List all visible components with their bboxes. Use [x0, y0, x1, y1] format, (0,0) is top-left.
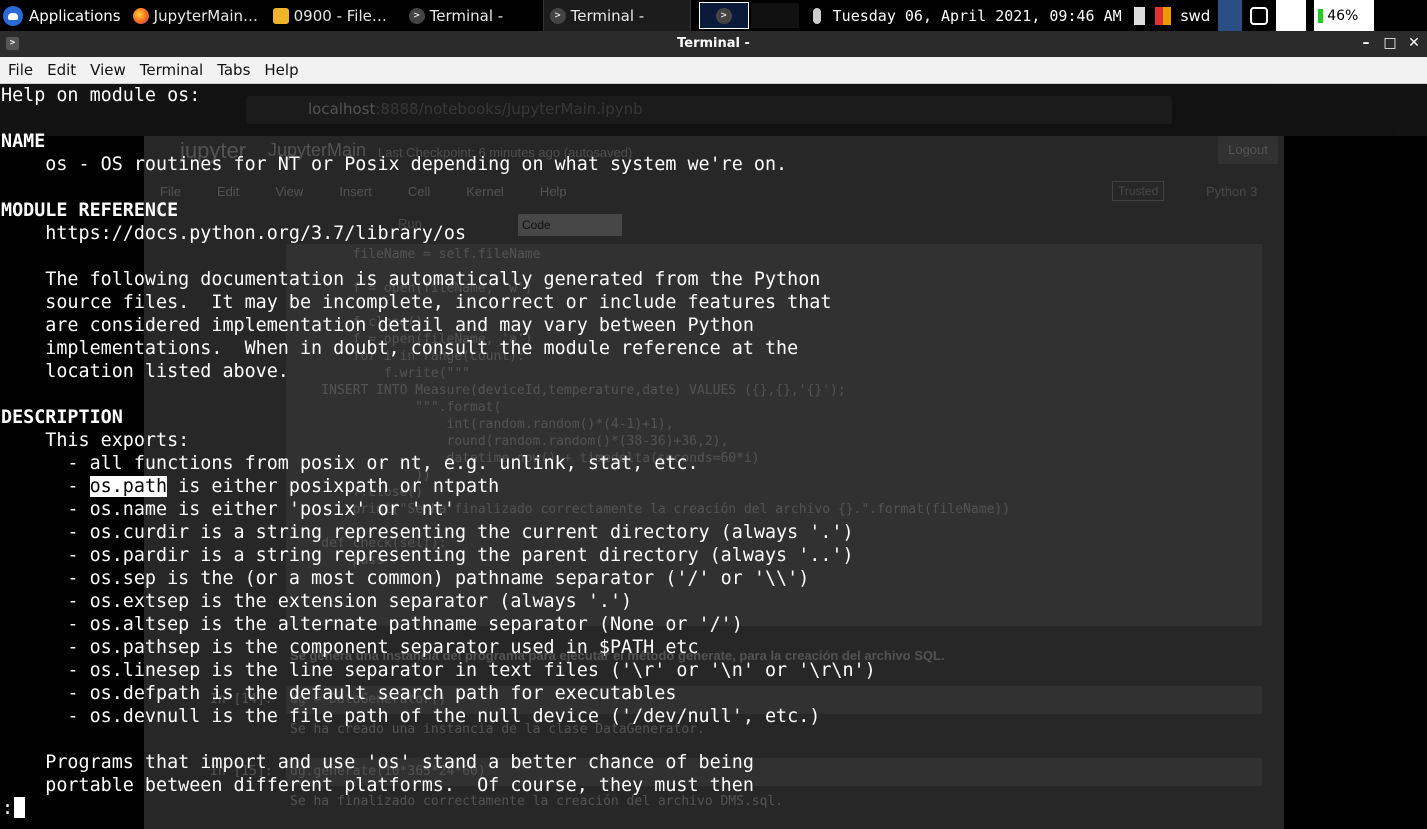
menu-edit[interactable]: Edit	[47, 61, 76, 79]
man-page-line: This exports:	[1, 430, 190, 451]
man-page-line: are considered implementation detail and…	[1, 315, 754, 336]
man-page-line: - os.defpath is the default search path …	[1, 683, 677, 704]
man-page-line: - os.sep is the (or a most common) pathn…	[1, 568, 810, 589]
man-page-line	[1, 245, 876, 268]
book-icon[interactable]	[1276, 0, 1307, 31]
window-icon[interactable]	[1250, 6, 1269, 25]
man-page-line: Programs that import and use 'os' stand …	[1, 752, 754, 773]
man-page-line: https://docs.python.org/3.7/library/os	[1, 223, 467, 244]
man-page-line	[1, 176, 876, 199]
search-highlight: os.path	[89, 476, 168, 497]
clipboard-icon[interactable]	[1133, 6, 1145, 25]
pager-prompt-char: :	[2, 798, 14, 819]
logout-button: Logout	[1218, 136, 1278, 164]
folder-icon	[272, 7, 289, 24]
menu-terminal[interactable]: Terminal	[140, 61, 203, 79]
man-section-heading: MODULE REFERENCE	[1, 200, 179, 221]
taskbar-item-label: JupyterMain…	[153, 6, 259, 25]
minimize-button[interactable]: –	[1357, 34, 1375, 52]
man-page-line	[1, 383, 876, 406]
battery-percent: 46%	[1327, 7, 1359, 24]
applications-label: Applications	[29, 6, 121, 25]
taskbar-item-label: Terminal -	[429, 6, 504, 25]
man-page-line: source files. It may be incomplete, inco…	[1, 292, 832, 313]
microphone-icon[interactable]	[812, 7, 821, 24]
man-page-line: location listed above.	[1, 361, 289, 382]
man-page-line: portable between different platforms. Of…	[1, 775, 754, 796]
man-page-line	[1, 107, 876, 130]
window-title: Terminal -	[677, 36, 750, 51]
man-page-line: The following documentation is automatic…	[1, 269, 821, 290]
trusted-badge: Trusted	[1112, 181, 1165, 201]
firefox-icon	[132, 7, 149, 24]
man-page-line: - os.altsep is the alternate pathname se…	[1, 614, 743, 635]
menu-file[interactable]: File	[8, 61, 33, 79]
man-page-line: - os.name is either 'posix' or 'nt'	[1, 499, 455, 520]
battery-indicator[interactable]: 46%	[1314, 0, 1375, 31]
man-page-line: - os.curdir is a string representing the…	[1, 522, 854, 543]
workspace-2[interactable]	[750, 3, 799, 28]
xfce-logo-icon	[3, 5, 23, 26]
clock[interactable]: Tuesday 06, April 2021, 09:46 AM	[833, 7, 1122, 25]
terminal-area[interactable]: localhost:8888/notebooks/JupyterMain.ipy…	[0, 84, 1427, 829]
man-page-text: Help on module os: NAME os - OS routines …	[1, 84, 876, 797]
menu-help[interactable]: Help	[264, 61, 298, 79]
menu-view[interactable]: View	[90, 61, 126, 79]
close-button[interactable]: ✕	[1405, 34, 1423, 52]
terminal-icon: >	[549, 7, 566, 24]
man-page-line: implementations. When in doubt, consult …	[1, 338, 799, 359]
menubar: File Edit View Terminal Tabs Help	[0, 57, 1427, 84]
taskbar-item-label: Terminal -	[570, 6, 645, 25]
user-name[interactable]: swd	[1181, 7, 1211, 25]
man-page-line: - os.linesep is the line separator in te…	[1, 660, 876, 681]
man-page-line: - os.pardir is a string representing the…	[1, 545, 854, 566]
man-page-line: - os.path is either posixpath or ntpath	[1, 476, 500, 497]
maximize-button[interactable]: □	[1381, 34, 1399, 52]
settings-icon[interactable]	[1218, 0, 1243, 31]
applications-menu[interactable]: Applications	[0, 0, 127, 31]
taskbar-item-label: 0900 - File…	[293, 6, 387, 25]
taskbar-item-terminal-1[interactable]: > Terminal -	[403, 0, 543, 31]
top-panel: Applications JupyterMain… 0900 - File… >…	[0, 0, 1427, 31]
pager-prompt[interactable]: :	[2, 797, 26, 820]
man-page-line: - os.pathsep is the component separator …	[1, 637, 699, 658]
taskbar-item-file-manager[interactable]: 0900 - File…	[267, 0, 403, 31]
man-page-line: - all functions from posix or nt, e.g. u…	[1, 453, 699, 474]
man-page-line: - os.extsep is the extension separator (…	[1, 591, 633, 612]
menu-tabs[interactable]: Tabs	[217, 61, 250, 79]
taskbar-item-terminal-2[interactable]: > Terminal -	[542, 0, 691, 31]
text-cursor	[14, 797, 26, 818]
terminal-icon: >	[408, 7, 425, 24]
man-section-heading: NAME	[1, 131, 46, 152]
man-section-heading: DESCRIPTION	[1, 407, 123, 428]
man-page-line: os - OS routines for NT or Posix dependi…	[1, 154, 788, 175]
taskbar-item-firefox[interactable]: JupyterMain…	[127, 0, 267, 31]
workspace-1[interactable]: >	[698, 2, 749, 29]
man-page-line: - os.devnull is the file path of the nul…	[1, 706, 821, 727]
flag-icon[interactable]	[1154, 6, 1171, 25]
kernel-name: Python 3	[1206, 184, 1258, 199]
window-titlebar[interactable]: > Terminal - – □ ✕	[0, 31, 1427, 57]
man-page-line	[1, 728, 876, 751]
terminal-icon: >	[715, 7, 732, 24]
man-page-line: Help on module os:	[1, 85, 201, 106]
battery-icon	[1318, 8, 1324, 23]
